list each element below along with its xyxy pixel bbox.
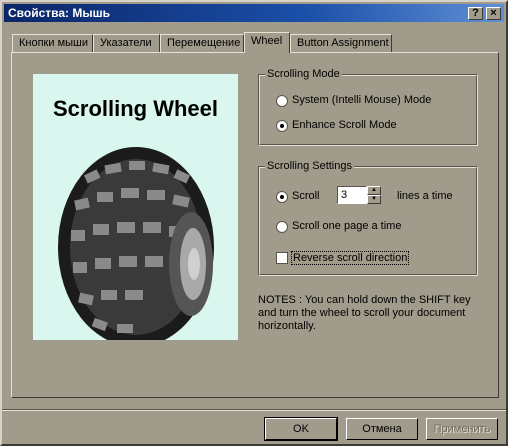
lines-suffix-label: lines a time [397,190,453,202]
radio-intellimouse-label[interactable]: System (Intelli Mouse) Mode [292,94,431,106]
scrolling-mode-legend: Scrolling Mode [265,68,342,80]
lines-count-input[interactable]: 3 [337,186,367,204]
tab-motion[interactable]: Перемещение [160,34,244,52]
cancel-button[interactable]: Отмена [346,418,418,440]
close-button[interactable]: × [486,7,501,20]
tab-pointers[interactable]: Указатели [93,34,160,52]
scrolling-settings-legend: Scrolling Settings [265,160,354,172]
tab-wheel[interactable]: Wheel [244,32,290,53]
radio-enhance-scroll-mode[interactable] [276,120,288,132]
title-bar[interactable]: Свойства: Мышь ? × [4,4,504,22]
notes-text: NOTES : You can hold down the SHIFT key … [258,294,471,332]
scrolling-mode-group: Scrolling Mode [258,68,478,146]
radio-scroll-page[interactable] [276,221,288,233]
mouse-properties-window: Свойства: Мышь ? × Кнопки мыши Указатели… [0,0,508,446]
ok-button[interactable]: OK [264,417,338,441]
reverse-scroll-label[interactable]: Reverse scroll direction [291,251,410,265]
radio-enhance-scroll-label[interactable]: Enhance Scroll Mode [292,119,397,131]
radio-scroll-lines[interactable] [276,191,288,203]
button-separator [2,409,506,411]
spin-up-button[interactable]: ▲ [367,186,381,195]
tab-button-assignment[interactable]: Button Assignment [290,34,392,52]
wheel-picture: Scrolling Wheel [33,74,238,340]
apply-button[interactable]: Применить [426,418,498,440]
window-title: Свойства: Мышь [8,6,110,20]
help-button[interactable]: ? [468,7,483,20]
radio-scroll-page-label[interactable]: Scroll one page a time [292,220,401,232]
spin-down-button[interactable]: ▼ [367,195,381,204]
tab-mouse-buttons[interactable]: Кнопки мыши [12,34,93,52]
radio-intellimouse-mode[interactable] [276,95,288,107]
radio-scroll-lines-label[interactable]: Scroll [292,190,320,202]
reverse-scroll-checkbox[interactable] [276,252,288,264]
tire-illustration [58,147,214,340]
